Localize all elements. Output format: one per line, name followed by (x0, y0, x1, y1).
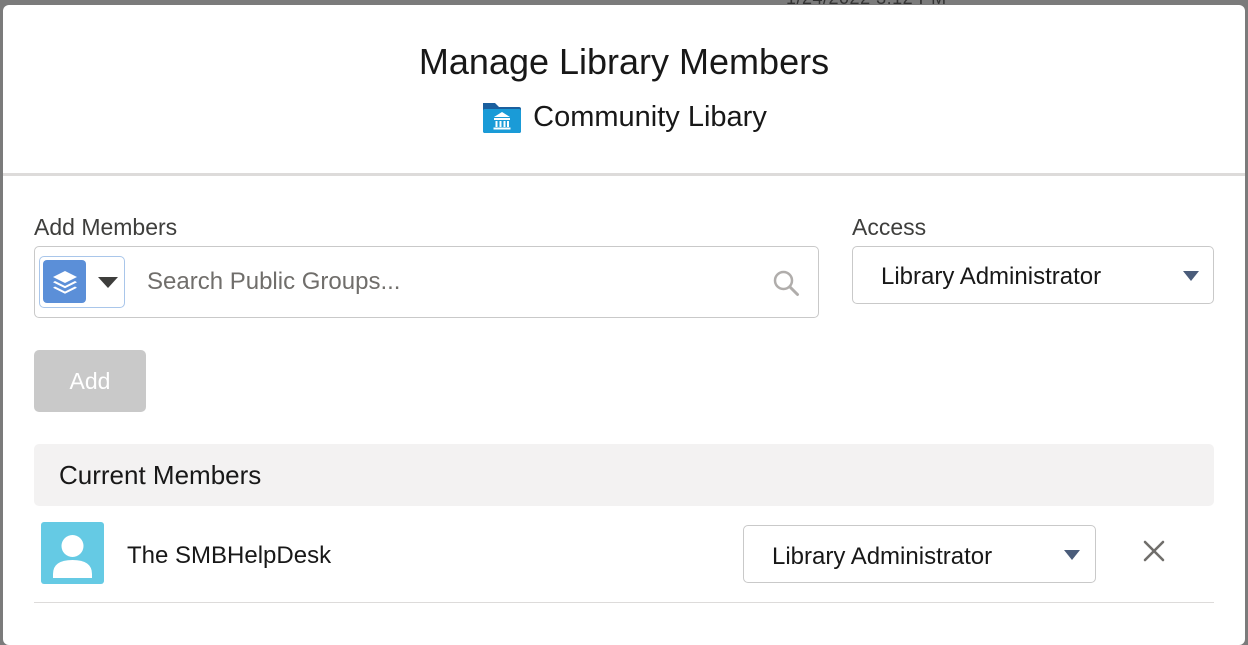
public-groups-icon (43, 260, 86, 303)
member-search-box (34, 246, 819, 318)
chevron-down-icon (1183, 271, 1199, 281)
add-button[interactable]: Add (34, 350, 146, 412)
chevron-down-icon (98, 277, 118, 288)
access-select[interactable]: Library Administrator (852, 246, 1214, 304)
modal-header: Manage Library Members Community Libary (3, 5, 1245, 176)
access-label: Access (852, 214, 927, 240)
close-icon (1143, 540, 1165, 562)
search-icon[interactable] (772, 269, 800, 297)
add-members-label: Add Members (34, 214, 178, 240)
member-row: The SMBHelpDesk Library Administrator (34, 514, 1214, 603)
access-select-value: Library Administrator (881, 263, 1102, 290)
member-name: The SMBHelpDesk (127, 542, 332, 569)
library-folder-icon (483, 103, 522, 133)
user-icon (41, 522, 104, 584)
remove-member-button[interactable] (1139, 536, 1169, 566)
search-public-groups-input[interactable] (145, 261, 749, 303)
chevron-down-icon (1064, 550, 1080, 560)
library-name: Community Libary (533, 100, 767, 133)
current-members-heading: Current Members (59, 460, 262, 490)
member-access-select[interactable]: Library Administrator (743, 525, 1096, 583)
modal-title: Manage Library Members (418, 41, 830, 82)
current-members-header: Current Members (34, 444, 1214, 506)
member-access-value: Library Administrator (772, 543, 993, 570)
library-subtitle: Community Libary (3, 99, 1245, 135)
search-scope-dropdown[interactable] (39, 256, 125, 308)
manage-library-members-modal: Manage Library Members Community Libary … (3, 5, 1245, 645)
